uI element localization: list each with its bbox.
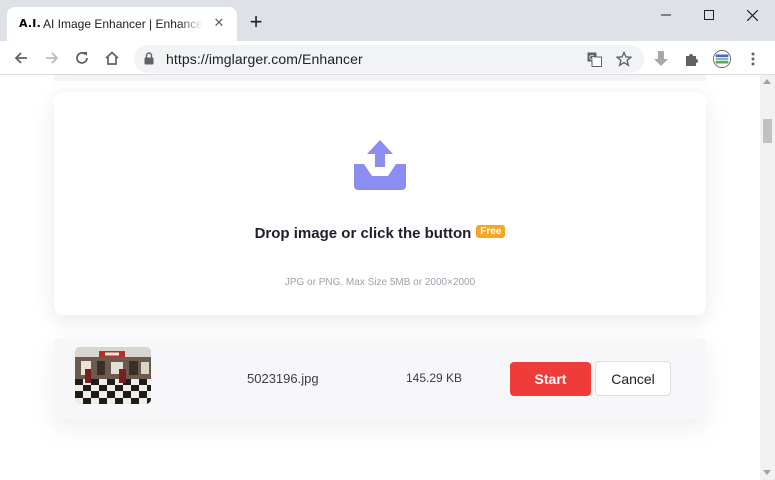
browser-toolbar: https://imglarger.com/Enhancer G (0, 41, 775, 75)
start-button[interactable]: Start (510, 362, 591, 396)
url-text[interactable]: https://imglarger.com/Enhancer (166, 51, 363, 67)
svg-text:G: G (589, 54, 594, 62)
kebab-menu-icon[interactable] (744, 50, 762, 68)
reload-icon[interactable] (72, 48, 92, 68)
upload-constraints: JPG or PNG. Max Size 5MB or 2000×2000 (284, 277, 476, 288)
cancel-button[interactable]: Cancel (595, 361, 671, 396)
file-name: 5023196.jpg (247, 371, 319, 386)
download-icon[interactable] (652, 50, 670, 68)
scroll-down-arrow-icon[interactable] (763, 470, 771, 475)
scroll-thumb[interactable] (763, 119, 772, 143)
minimize-icon[interactable] (652, 6, 680, 24)
address-bar[interactable]: https://imglarger.com/Enhancer G (134, 45, 644, 73)
back-arrow-icon[interactable] (11, 48, 31, 68)
tab-strip: A.I. AI Image Enhancer | Enhance photos … (0, 0, 775, 41)
upload-dropzone[interactable]: Drop image or click the button Free JPG o… (54, 92, 706, 315)
close-window-icon[interactable] (738, 6, 766, 24)
file-thumbnail (75, 347, 151, 404)
star-icon[interactable] (616, 51, 632, 67)
tab-title: AI Image Enhancer | Enhance photos (43, 17, 203, 31)
forward-arrow-icon[interactable] (42, 48, 62, 68)
browser-tab[interactable]: A.I. AI Image Enhancer | Enhance photos … (7, 7, 237, 41)
file-row: 5023196.jpg 145.29 KB Start Cancel (54, 339, 706, 419)
page-scrollbar[interactable] (760, 75, 775, 480)
site-favicon-icon: A.I. (19, 17, 41, 30)
upload-title: Drop image or click the button Free (54, 225, 706, 242)
maximize-icon[interactable] (695, 6, 723, 24)
page-viewport: Drop image or click the button Free JPG o… (0, 75, 760, 480)
free-badge: Free (476, 225, 506, 238)
home-icon[interactable] (102, 48, 122, 68)
tab-close-icon[interactable]: ✕ (211, 15, 227, 31)
previous-section-edge (54, 75, 706, 81)
upload-icon (350, 140, 410, 197)
translate-icon[interactable]: G (586, 51, 602, 67)
avatar-icon[interactable] (713, 50, 731, 68)
lock-icon[interactable] (144, 52, 154, 70)
file-size: 145.29 KB (406, 371, 463, 385)
scroll-up-arrow-icon[interactable] (763, 79, 771, 84)
new-tab-icon[interactable]: + (246, 11, 266, 33)
puzzle-icon[interactable] (683, 50, 701, 68)
upload-title-text: Drop image or click the button (254, 225, 472, 242)
